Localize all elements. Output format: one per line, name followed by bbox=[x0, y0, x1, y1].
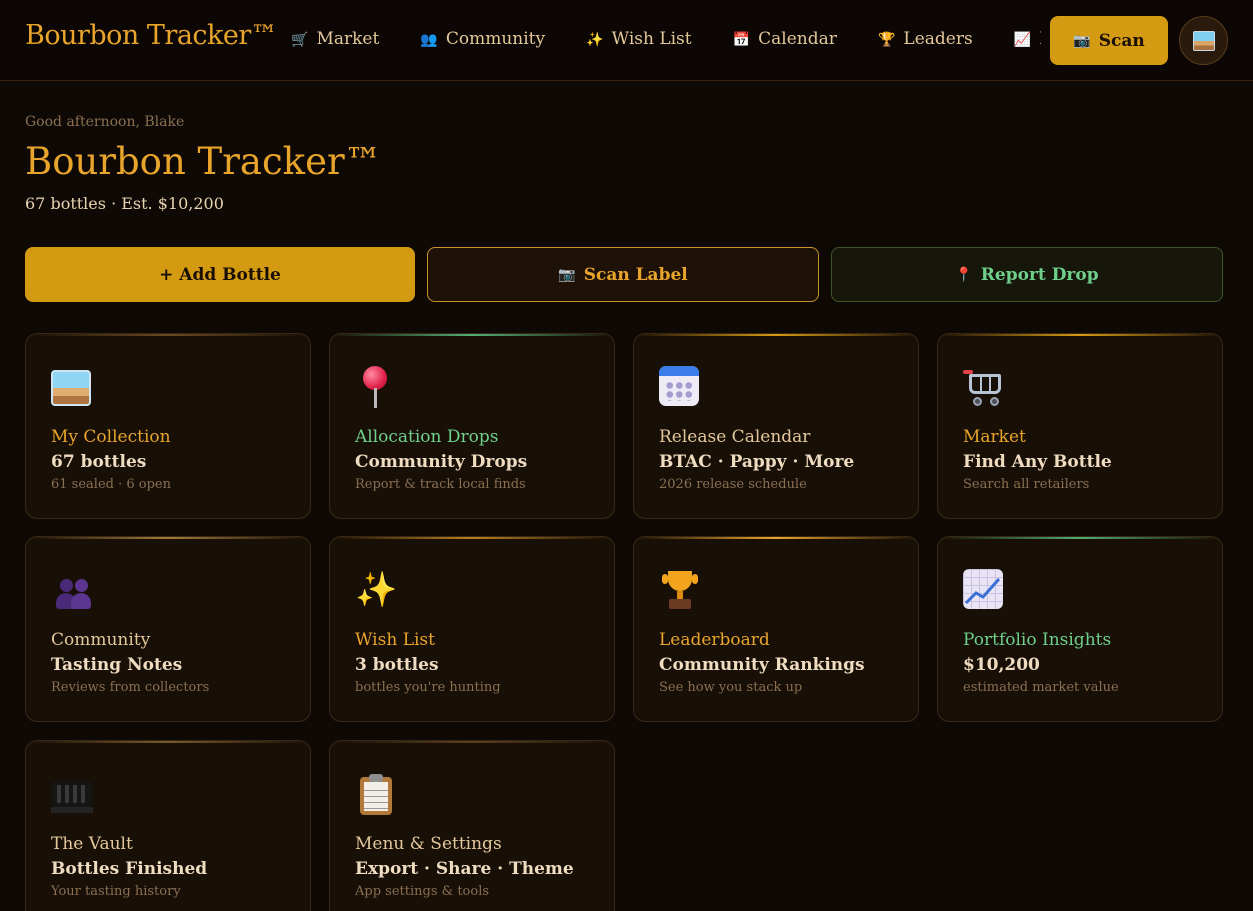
cart-icon bbox=[963, 366, 1005, 408]
nav-item-market[interactable]: 🛒 Market bbox=[291, 29, 379, 49]
brand-logo[interactable]: Bourbon Tracker™ bbox=[25, 20, 278, 51]
nav-item-leaders[interactable]: 🏆 Leaders bbox=[878, 29, 973, 49]
card-title: Tasting Notes bbox=[51, 655, 183, 675]
pin-icon: 📍 bbox=[955, 266, 973, 283]
card-category: Menu & Settings bbox=[355, 834, 502, 854]
card-subtitle: 61 sealed · 6 open bbox=[51, 477, 171, 492]
card-subtitle: 2026 release schedule bbox=[659, 477, 807, 492]
chart-icon bbox=[963, 569, 1005, 611]
card-category: Allocation Drops bbox=[355, 427, 499, 447]
add-bottle-button[interactable]: + Add Bottle bbox=[25, 247, 415, 302]
scan-label-button[interactable]: 📷 Scan Label bbox=[427, 247, 819, 302]
card-allocation-drops[interactable]: Allocation Drops Community Drops Report … bbox=[329, 333, 615, 519]
card-portfolio-insights[interactable]: Portfolio Insights $10,200 estimated mar… bbox=[937, 536, 1223, 722]
card-category: The Vault bbox=[51, 834, 133, 854]
card-title: Community Drops bbox=[355, 452, 528, 472]
calendar-icon: 📅 bbox=[732, 32, 751, 48]
card-leaderboard[interactable]: Leaderboard Community Rankings See how y… bbox=[633, 536, 919, 722]
chart-icon: 📈 bbox=[1013, 32, 1032, 48]
nav-menu: 🛒 Market 👥 Community ✨ Wish List 📅 Calendar … bbox=[291, 29, 1041, 53]
card-title: $10,200 bbox=[963, 655, 1040, 675]
card-title: Community Rankings bbox=[659, 655, 865, 675]
scan-button-label: Scan bbox=[1098, 30, 1145, 51]
card-title: BTAC · Pappy · More bbox=[659, 452, 855, 472]
nav-item-wish-list[interactable]: ✨ Wish List bbox=[586, 29, 691, 49]
card-subtitle: App settings & tools bbox=[355, 884, 490, 899]
nav-item-label: Wish List bbox=[611, 29, 692, 49]
people-icon: 👥 bbox=[420, 32, 438, 48]
card-subtitle: bottles you're hunting bbox=[355, 680, 501, 695]
card-title: Export · Share · Theme bbox=[355, 859, 574, 879]
page-title: Bourbon Tracker™ bbox=[25, 140, 382, 183]
card-menu-settings[interactable]: Menu & Settings Export · Share · Theme A… bbox=[329, 740, 615, 911]
trophy-icon bbox=[659, 569, 701, 611]
nav-item-label: Calendar bbox=[758, 29, 837, 49]
card-title: Find Any Bottle bbox=[963, 452, 1112, 472]
nav-item-calendar[interactable]: 📅 Calendar bbox=[733, 29, 837, 49]
clipboard-icon bbox=[355, 773, 397, 815]
card-market[interactable]: Market Find Any Bottle Search all retail… bbox=[937, 333, 1223, 519]
report-drop-label: Report Drop bbox=[980, 264, 1099, 285]
card-subtitle: Search all retailers bbox=[963, 477, 1090, 492]
card-category: Community bbox=[51, 630, 151, 650]
card-wish-list[interactable]: ✨ Wish List 3 bottles bottles you're hun… bbox=[329, 536, 615, 722]
card-subtitle: Your tasting history bbox=[51, 884, 181, 899]
card-title: 3 bottles bbox=[355, 655, 439, 675]
card-category: Portfolio Insights bbox=[963, 630, 1112, 650]
greeting: Good afternoon, Blake bbox=[25, 114, 185, 130]
scan-button[interactable]: 📷 Scan bbox=[1050, 16, 1168, 65]
sparkles-icon: ✨ bbox=[355, 570, 398, 610]
cart-icon: 🛒 bbox=[291, 32, 309, 48]
sparkles-icon: ✨ bbox=[586, 32, 604, 48]
nav-item-label: Market bbox=[316, 29, 380, 49]
pin-icon bbox=[355, 366, 397, 408]
card-category: My Collection bbox=[51, 427, 171, 447]
people-icon bbox=[51, 569, 93, 611]
camera-icon: 📷 bbox=[558, 266, 576, 283]
card-the-vault[interactable]: The Vault Bottles Finished Your tasting … bbox=[25, 740, 311, 911]
card-category: Leaderboard bbox=[659, 630, 770, 650]
nav-item-community[interactable]: 👥 Community bbox=[420, 29, 545, 49]
card-community[interactable]: Community Tasting Notes Reviews from col… bbox=[25, 536, 311, 722]
photo-icon bbox=[51, 366, 93, 408]
calendar-icon bbox=[659, 366, 701, 408]
top-nav: Bourbon Tracker™ 🛒 Market 👥 Community ✨ Wis… bbox=[0, 0, 1253, 81]
nav-item-label: Community bbox=[445, 29, 546, 49]
card-category: Wish List bbox=[355, 630, 435, 650]
avatar[interactable] bbox=[1179, 16, 1228, 65]
card-subtitle: Report & track local finds bbox=[355, 477, 526, 492]
card-my-collection[interactable]: My Collection 67 bottles 61 sealed · 6 o… bbox=[25, 333, 311, 519]
card-category: Market bbox=[963, 427, 1026, 447]
nav-item-label: Leaders bbox=[903, 29, 973, 49]
scan-label-label: Scan Label bbox=[583, 264, 688, 285]
card-release-calendar[interactable]: Release Calendar BTAC · Pappy · More 202… bbox=[633, 333, 919, 519]
nav-item-label: In bbox=[1039, 29, 1041, 49]
card-subtitle: See how you stack up bbox=[659, 680, 803, 695]
collection-summary: 67 bottles · Est. $10,200 bbox=[25, 194, 224, 213]
photo-icon bbox=[1192, 30, 1215, 51]
report-drop-button[interactable]: 📍 Report Drop bbox=[831, 247, 1223, 302]
card-title: Bottles Finished bbox=[51, 859, 208, 879]
card-category: Release Calendar bbox=[659, 427, 811, 447]
card-subtitle: Reviews from collectors bbox=[51, 680, 210, 695]
add-bottle-label: + Add Bottle bbox=[159, 264, 281, 285]
vault-icon bbox=[51, 773, 93, 815]
trophy-icon: 🏆 bbox=[877, 32, 896, 48]
camera-icon: 📷 bbox=[1073, 32, 1091, 49]
nav-item-insights[interactable]: 📈 In bbox=[1014, 29, 1041, 49]
card-subtitle: estimated market value bbox=[963, 680, 1119, 695]
card-title: 67 bottles bbox=[51, 452, 147, 472]
